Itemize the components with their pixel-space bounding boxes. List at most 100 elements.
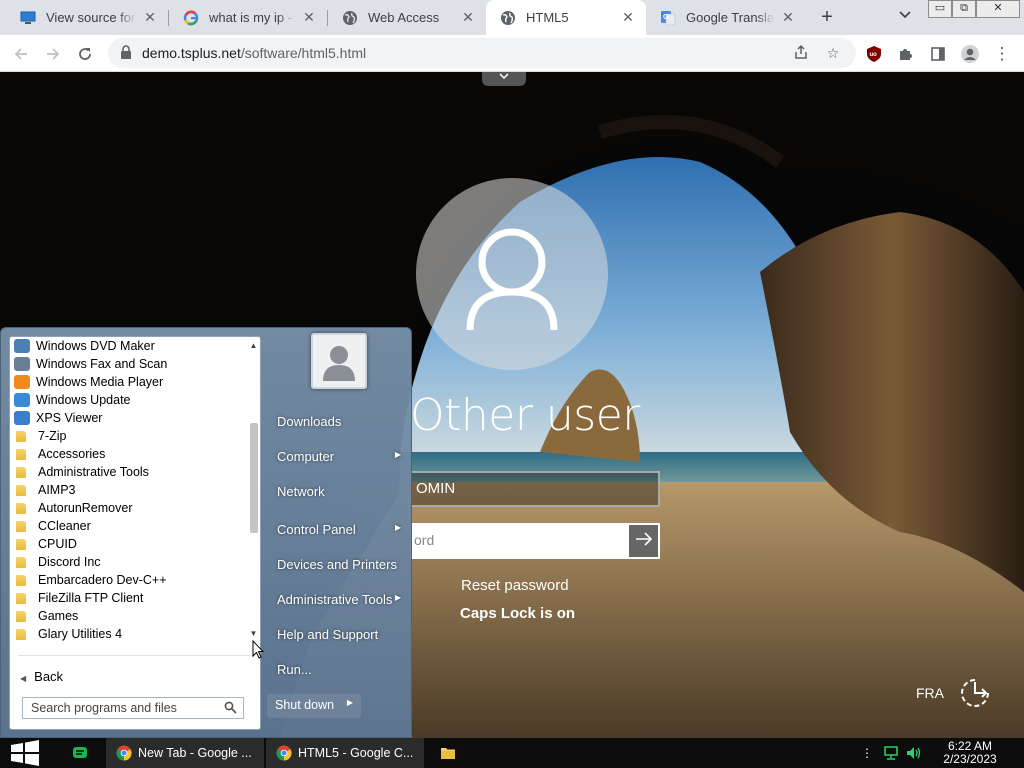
program-icon — [14, 411, 30, 425]
kebab-menu-icon[interactable]: ⋮ — [989, 41, 1015, 67]
scrollbar-thumb[interactable] — [250, 423, 258, 533]
program-item[interactable]: 7-Zip — [10, 427, 246, 445]
scroll-up-arrow-icon[interactable]: ▲ — [247, 341, 260, 350]
program-item[interactable]: Accessories — [10, 445, 246, 463]
start-menu-link[interactable]: Control Panel ▶ — [269, 516, 407, 544]
address-bar[interactable]: demo.tsplus.net/software/html5.html ☆ — [108, 38, 856, 68]
search-icon — [224, 701, 237, 714]
close-tab-icon[interactable]: ✕ — [620, 9, 636, 26]
program-item[interactable]: CCleaner — [10, 517, 246, 535]
side-panel-icon[interactable] — [925, 41, 951, 67]
input-language-indicator[interactable]: FRA — [916, 685, 944, 701]
program-item[interactable]: Discord Inc — [10, 553, 246, 571]
program-label: Administrative Tools — [38, 465, 149, 479]
shut-down-button[interactable]: Shut down ▶ — [267, 694, 361, 718]
bookmark-star-icon[interactable]: ☆ — [824, 44, 842, 62]
tab-html5[interactable]: HTML5 ✕ — [486, 0, 646, 35]
taskbar-item-html5[interactable]: HTML5 - Google C... — [266, 738, 424, 768]
program-item[interactable]: Embarcadero Dev-C++ — [10, 571, 246, 589]
username-field[interactable]: OMIN — [410, 471, 660, 507]
start-menu-link[interactable]: Administrative Tools ▶ — [269, 586, 407, 614]
forward-arrow-icon[interactable] — [40, 41, 66, 67]
globe-icon — [500, 10, 516, 26]
close-tab-icon[interactable]: ✕ — [780, 9, 796, 26]
program-item[interactable]: CPUID — [10, 535, 246, 553]
program-item[interactable]: Glary Utilities 4 — [10, 625, 246, 643]
close-window-button[interactable]: ✕ — [976, 0, 1020, 18]
search-programs-input[interactable]: Search programs and files — [22, 697, 244, 719]
program-item[interactable]: Windows Media Player — [10, 373, 246, 391]
program-item[interactable]: Windows Update — [10, 391, 246, 409]
reload-icon[interactable] — [72, 41, 98, 67]
program-item[interactable]: Games — [10, 607, 246, 625]
taskbar-item-new-tab[interactable]: New Tab - Google ... — [106, 738, 264, 768]
back-arrow-icon[interactable] — [8, 41, 34, 67]
share-icon[interactable] — [792, 44, 810, 62]
taskbar-pinned-app[interactable] — [72, 738, 92, 768]
start-menu-link[interactable]: Devices and Printers — [269, 551, 407, 579]
submit-arrow-button[interactable] — [627, 523, 660, 559]
start-menu-link[interactable]: Computer ▶ — [269, 443, 407, 471]
close-tab-icon[interactable]: ✕ — [460, 9, 476, 26]
user-silhouette-icon — [466, 228, 558, 331]
start-menu-link[interactable]: Run... — [269, 656, 407, 684]
scroll-down-arrow-icon[interactable]: ▼ — [247, 629, 260, 638]
new-tab-button[interactable]: + — [815, 6, 839, 30]
tab-view-source[interactable]: View source for ✕ — [6, 0, 168, 35]
program-label: CCleaner — [38, 519, 91, 533]
profile-avatar-icon[interactable] — [957, 41, 983, 67]
ease-of-access-icon[interactable] — [958, 676, 992, 710]
reset-password-link[interactable]: Reset password — [461, 577, 569, 594]
lock-icon[interactable] — [120, 45, 134, 61]
tray-overflow-icon[interactable]: ⋮ — [860, 738, 874, 768]
back-triangle-icon: ◀ — [20, 674, 27, 683]
program-label: Accessories — [38, 447, 106, 461]
toolbar-collapse-chevron-icon[interactable] — [482, 72, 526, 86]
program-item[interactable]: XPS Viewer — [10, 409, 246, 427]
restore-button[interactable]: ⧉ — [952, 0, 976, 18]
close-tab-icon[interactable]: ✕ — [301, 9, 317, 26]
minimize-button[interactable]: ▭ — [928, 0, 952, 18]
browser-toolbar: demo.tsplus.net/software/html5.html ☆ uo… — [0, 35, 1024, 72]
close-tab-icon[interactable]: ✕ — [142, 9, 158, 26]
program-item[interactable]: Windows Fax and Scan — [10, 355, 246, 373]
program-item[interactable]: AIMP3 — [10, 481, 246, 499]
remote-desktop-viewport[interactable]: Other user OMIN ord Reset password Caps … — [0, 72, 1024, 738]
submenu-arrow-icon[interactable]: ▶ — [347, 698, 353, 707]
program-item[interactable]: FileZilla FTP Client — [10, 589, 246, 607]
program-item[interactable]: Windows DVD Maker — [10, 337, 246, 355]
windows-logo-icon — [11, 740, 39, 766]
program-label: Discord Inc — [38, 555, 101, 569]
user-picture-icon — [313, 335, 365, 387]
program-item[interactable]: AutorunRemover — [10, 499, 246, 517]
user-picture-tile[interactable] — [311, 333, 367, 389]
start-menu-link[interactable]: Network — [269, 478, 407, 506]
globe-icon — [342, 10, 358, 26]
program-label: CPUID — [38, 537, 77, 551]
ublock-icon[interactable]: uo — [861, 41, 887, 67]
tab-google-translate[interactable]: G Google Translate ✕ — [646, 0, 806, 35]
folder-icon — [16, 556, 26, 568]
browser-tabstrip: View source for ✕ what is my ip - G ✕ We… — [0, 0, 1024, 35]
extensions-puzzle-icon[interactable] — [893, 41, 919, 67]
taskbar-file-explorer[interactable] — [440, 738, 460, 768]
chrome-icon — [276, 745, 292, 761]
program-item[interactable]: Administrative Tools — [10, 463, 246, 481]
volume-icon[interactable] — [904, 738, 924, 768]
tab-web-access[interactable]: Web Access ✕ — [328, 0, 486, 35]
back-button[interactable]: ◀ Back — [20, 669, 63, 684]
programs-scrollbar[interactable]: ▲ ▼ — [247, 337, 260, 643]
program-label: Glary Utilities 4 — [38, 627, 123, 641]
user-avatar — [416, 178, 608, 370]
folder-icon — [441, 748, 455, 759]
network-icon[interactable] — [882, 738, 902, 768]
start-menu-link[interactable]: Help and Support — [269, 621, 407, 649]
caps-lock-warning: Caps Lock is on — [460, 605, 576, 622]
start-menu-link[interactable]: Downloads — [269, 408, 407, 436]
tab-search-chevron-icon[interactable] — [895, 8, 915, 28]
taskbar-clock[interactable]: 6:22 AM 2/23/2023 — [934, 740, 1006, 766]
password-field[interactable]: ord — [410, 523, 628, 559]
tab-what-is-my-ip[interactable]: what is my ip - G ✕ — [169, 0, 327, 35]
windows-start-button[interactable] — [8, 738, 48, 768]
monitor-icon — [20, 10, 36, 26]
